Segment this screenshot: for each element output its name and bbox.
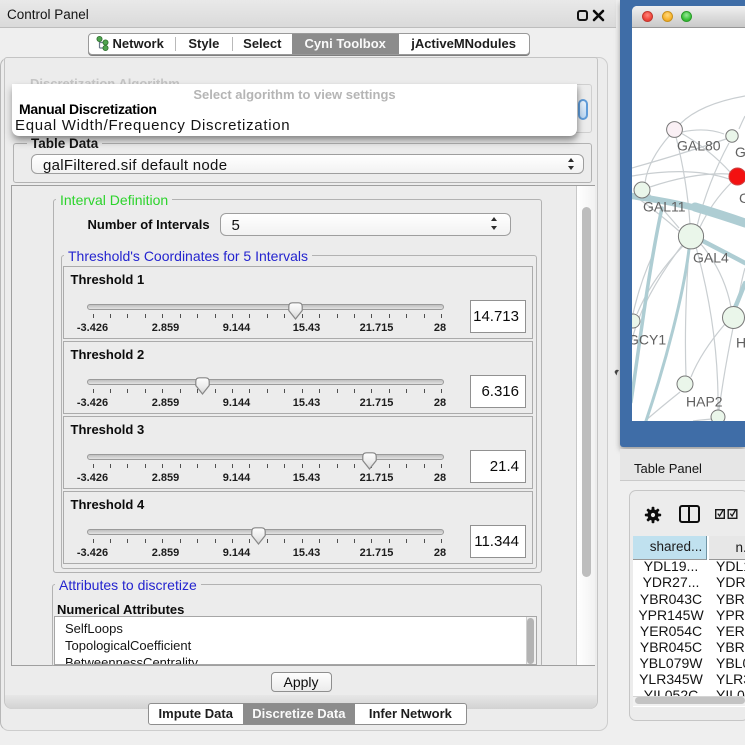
svg-text:GCY1: GCY1	[632, 332, 666, 348]
svg-text:H: H	[736, 335, 745, 351]
svg-text:GAL11: GAL11	[643, 199, 686, 215]
svg-text:C: C	[739, 190, 745, 206]
svg-text:GA: GA	[735, 144, 745, 160]
svg-text:HAP2: HAP2	[686, 394, 723, 410]
svg-text:GAL4: GAL4	[693, 250, 729, 266]
svg-text:GAL80: GAL80	[677, 138, 721, 154]
